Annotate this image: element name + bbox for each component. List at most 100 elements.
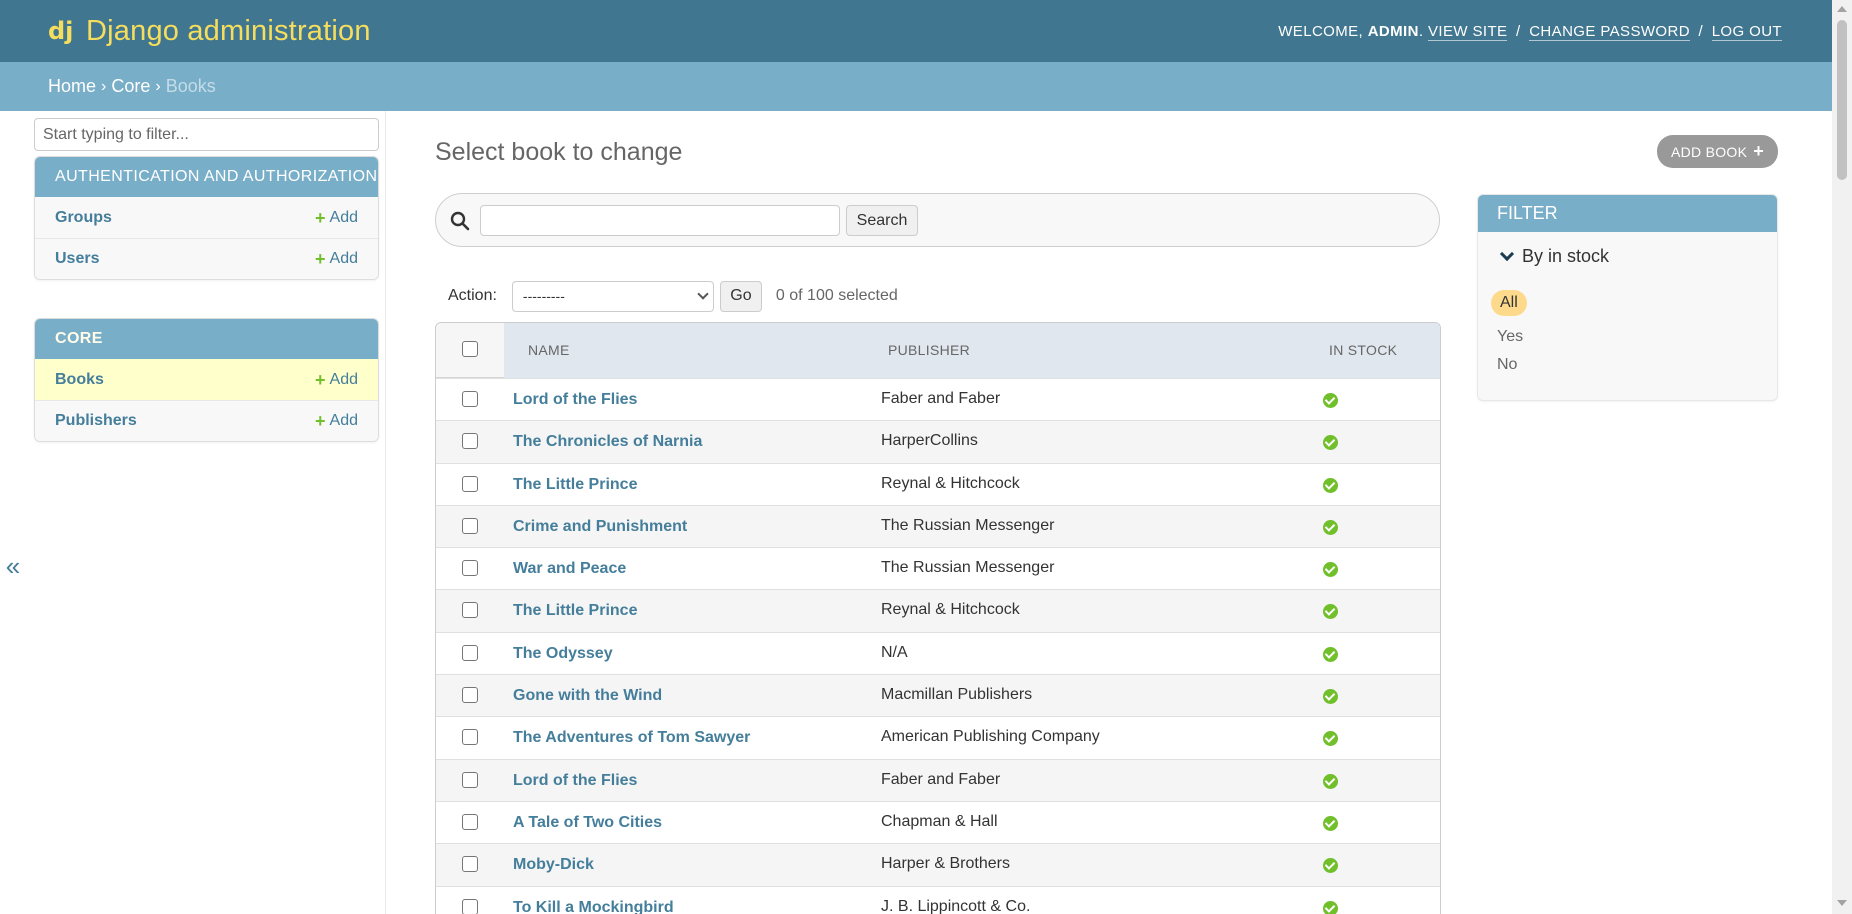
model-link-groups[interactable]: Groups	[55, 209, 112, 227]
breadcrumb: Home › Core › Books	[0, 62, 1832, 111]
row-checkbox[interactable]	[462, 687, 478, 704]
column-header-publisher[interactable]: PUBLISHER	[888, 323, 970, 378]
chevron-down-icon	[697, 288, 709, 300]
plus-icon: +	[315, 369, 326, 390]
model-link-users[interactable]: Users	[55, 250, 99, 268]
row-checkbox[interactable]	[462, 475, 478, 492]
in-stock-yes-icon	[1323, 815, 1338, 831]
publisher-cell: N/A	[881, 643, 908, 661]
module-auth: AUTHENTICATION AND AUTHORIZATION Groups …	[34, 156, 379, 280]
sidebar-item-groups: Groups + Add	[35, 197, 378, 238]
table-row: Moby-Dick Harper & Brothers	[436, 843, 1440, 886]
column-header-name[interactable]: NAME	[528, 323, 570, 378]
filter-heading-in-stock[interactable]: By in stock	[1499, 246, 1609, 267]
book-name-link[interactable]: The Chronicles of Narnia	[513, 421, 702, 463]
book-name-link[interactable]: To Kill a Mockingbird	[513, 887, 674, 914]
row-checkbox[interactable]	[462, 644, 478, 661]
in-stock-yes-icon	[1323, 604, 1338, 620]
log-out-link[interactable]: LOG OUT	[1711, 22, 1782, 41]
row-checkbox[interactable]	[462, 771, 478, 788]
in-stock-yes-icon	[1323, 646, 1338, 662]
add-label: Add	[329, 370, 358, 388]
breadcrumb-core[interactable]: Core	[111, 76, 150, 97]
go-button[interactable]: Go	[719, 280, 762, 312]
filter-option-no[interactable]: No	[1497, 356, 1517, 374]
view-site-link[interactable]: VIEW SITE	[1428, 22, 1508, 41]
site-title-link[interactable]: Django administration	[86, 15, 371, 48]
row-checkbox[interactable]	[462, 391, 478, 407]
add-groups-link[interactable]: + Add	[315, 209, 358, 227]
scrollbar-thumb[interactable]	[1837, 20, 1847, 180]
select-all-checkbox[interactable]	[462, 341, 478, 357]
book-name-link[interactable]: The Adventures of Tom Sawyer	[513, 717, 750, 759]
publisher-cell: Faber and Faber	[881, 390, 1001, 407]
django-logo-icon: dj	[48, 17, 73, 45]
add-book-button[interactable]: ADD BOOK +	[1657, 135, 1778, 168]
module-caption-auth[interactable]: AUTHENTICATION AND AUTHORIZATION	[35, 157, 378, 197]
book-name-link[interactable]: The Little Prince	[513, 590, 637, 632]
change-password-link[interactable]: CHANGE PASSWORD	[1529, 22, 1690, 41]
book-name-link[interactable]: The Odyssey	[513, 633, 613, 675]
book-name-link[interactable]: The Little Prince	[513, 464, 637, 506]
table-row: The Little Prince Reynal & Hitchcock	[436, 462, 1440, 506]
table-header: NAME PUBLISHER IN STOCK	[436, 323, 1440, 378]
add-users-link[interactable]: + Add	[315, 250, 358, 268]
row-checkbox[interactable]	[462, 898, 478, 914]
nav-sidebar: AUTHENTICATION AND AUTHORIZATION Groups …	[0, 111, 386, 914]
row-checkbox[interactable]	[462, 813, 478, 830]
add-publishers-link[interactable]: + Add	[315, 412, 358, 430]
publisher-cell: Faber and Faber	[881, 770, 1001, 788]
book-name-link[interactable]: War and Peace	[513, 548, 626, 590]
sidebar-item-books: Books + Add	[35, 359, 378, 400]
scroll-down-arrow-icon[interactable]	[1837, 900, 1847, 906]
nav-filter-input[interactable]	[34, 118, 379, 151]
scroll-up-arrow-icon[interactable]	[1837, 6, 1847, 12]
filter-option-all[interactable]: All	[1491, 290, 1527, 316]
svg-text:dj: dj	[48, 17, 73, 45]
search-icon	[450, 211, 470, 231]
model-link-publishers[interactable]: Publishers	[55, 412, 137, 430]
sidebar-item-publishers: Publishers + Add	[35, 400, 378, 441]
in-stock-yes-icon	[1323, 689, 1338, 705]
table-row: Crime and Punishment The Russian Messenge…	[436, 504, 1440, 548]
book-name-link[interactable]: Gone with the Wind	[513, 675, 662, 717]
publisher-cell: The Russian Messenger	[881, 516, 1055, 534]
book-name-link[interactable]: Lord of the Flies	[513, 379, 637, 421]
page-scrollbar[interactable]	[1832, 0, 1852, 914]
row-checkbox[interactable]	[462, 856, 478, 873]
search-button[interactable]: Search	[846, 205, 918, 236]
breadcrumb-current: Books	[165, 76, 216, 96]
add-book-label: ADD BOOK	[1670, 143, 1748, 160]
separator: /	[1698, 22, 1704, 40]
add-label: Add	[329, 208, 358, 226]
book-name-link[interactable]: Moby-Dick	[513, 844, 594, 886]
book-name-link[interactable]: A Tale of Two Cities	[513, 802, 662, 844]
table-row: The Adventures of Tom Sawyer American Pub…	[436, 716, 1440, 758]
row-checkbox[interactable]	[462, 729, 478, 746]
table-row: Lord of the Flies Faber and Faber	[436, 378, 1440, 420]
results-table: NAME PUBLISHER IN STOCK Lord of the Flie…	[435, 322, 1441, 914]
module-core: CORE Books + Add Publishers + Add	[34, 318, 379, 442]
in-stock-yes-icon	[1323, 773, 1338, 789]
action-counter: 0 of 100 selected	[775, 287, 898, 304]
book-name-link[interactable]: Lord of the Flies	[513, 760, 637, 802]
breadcrumb-home[interactable]: Home	[48, 76, 96, 97]
search-input[interactable]	[480, 205, 840, 236]
model-link-books[interactable]: Books	[55, 371, 104, 389]
publisher-cell: Harper & Brothers	[881, 855, 1010, 873]
column-header-in-stock[interactable]: IN STOCK	[1329, 323, 1397, 378]
row-checkbox[interactable]	[462, 602, 478, 619]
filter-caption: FILTER	[1478, 195, 1777, 232]
row-checkbox[interactable]	[462, 433, 478, 450]
book-name-link[interactable]: Crime and Punishment	[513, 506, 687, 548]
table-row: The Chronicles of Narnia HarperCollins	[436, 420, 1440, 463]
row-checkbox[interactable]	[462, 517, 478, 534]
module-caption-core[interactable]: CORE	[35, 319, 378, 359]
collapse-sidebar-icon[interactable]: «	[2, 551, 24, 581]
action-select[interactable]: ---------	[511, 280, 714, 312]
row-checkbox[interactable]	[462, 560, 478, 577]
add-books-link[interactable]: + Add	[315, 371, 358, 389]
filter-option-yes[interactable]: Yes	[1497, 328, 1523, 346]
publisher-cell: Reynal & Hitchcock	[881, 601, 1020, 619]
table-row: Gone with the Wind Macmillan Publishers	[436, 674, 1440, 717]
